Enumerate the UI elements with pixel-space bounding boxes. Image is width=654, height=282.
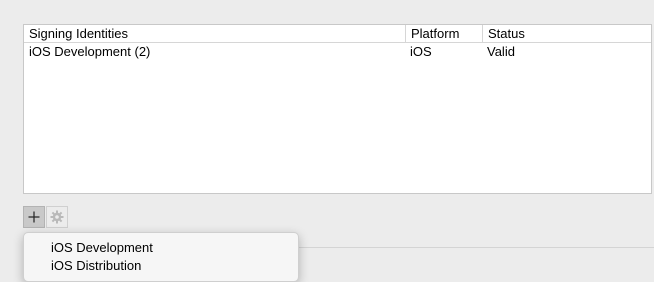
cell-platform: iOS xyxy=(410,44,432,59)
table-header: Signing Identities Platform Status xyxy=(24,25,651,43)
add-button[interactable] xyxy=(23,206,45,228)
cell-status: Valid xyxy=(487,44,515,59)
cell-identity: iOS Development (2) xyxy=(29,44,151,59)
gear-icon xyxy=(50,210,64,224)
plus-icon xyxy=(28,211,40,223)
column-header-status[interactable]: Status xyxy=(482,25,653,43)
menu-item-ios-development[interactable]: iOS Development xyxy=(24,239,298,257)
action-button[interactable] xyxy=(46,206,68,228)
signing-identities-panel: Signing Identities Platform Status iOS D… xyxy=(0,0,654,282)
table-row[interactable]: iOS Development (2) iOS Valid xyxy=(24,43,651,61)
divider xyxy=(298,247,654,248)
column-header-signing-identities[interactable]: Signing Identities xyxy=(24,25,405,43)
signing-identities-table: Signing Identities Platform Status iOS D… xyxy=(23,24,652,194)
column-header-platform[interactable]: Platform xyxy=(405,25,482,43)
menu-item-ios-distribution[interactable]: iOS Distribution xyxy=(24,257,298,275)
